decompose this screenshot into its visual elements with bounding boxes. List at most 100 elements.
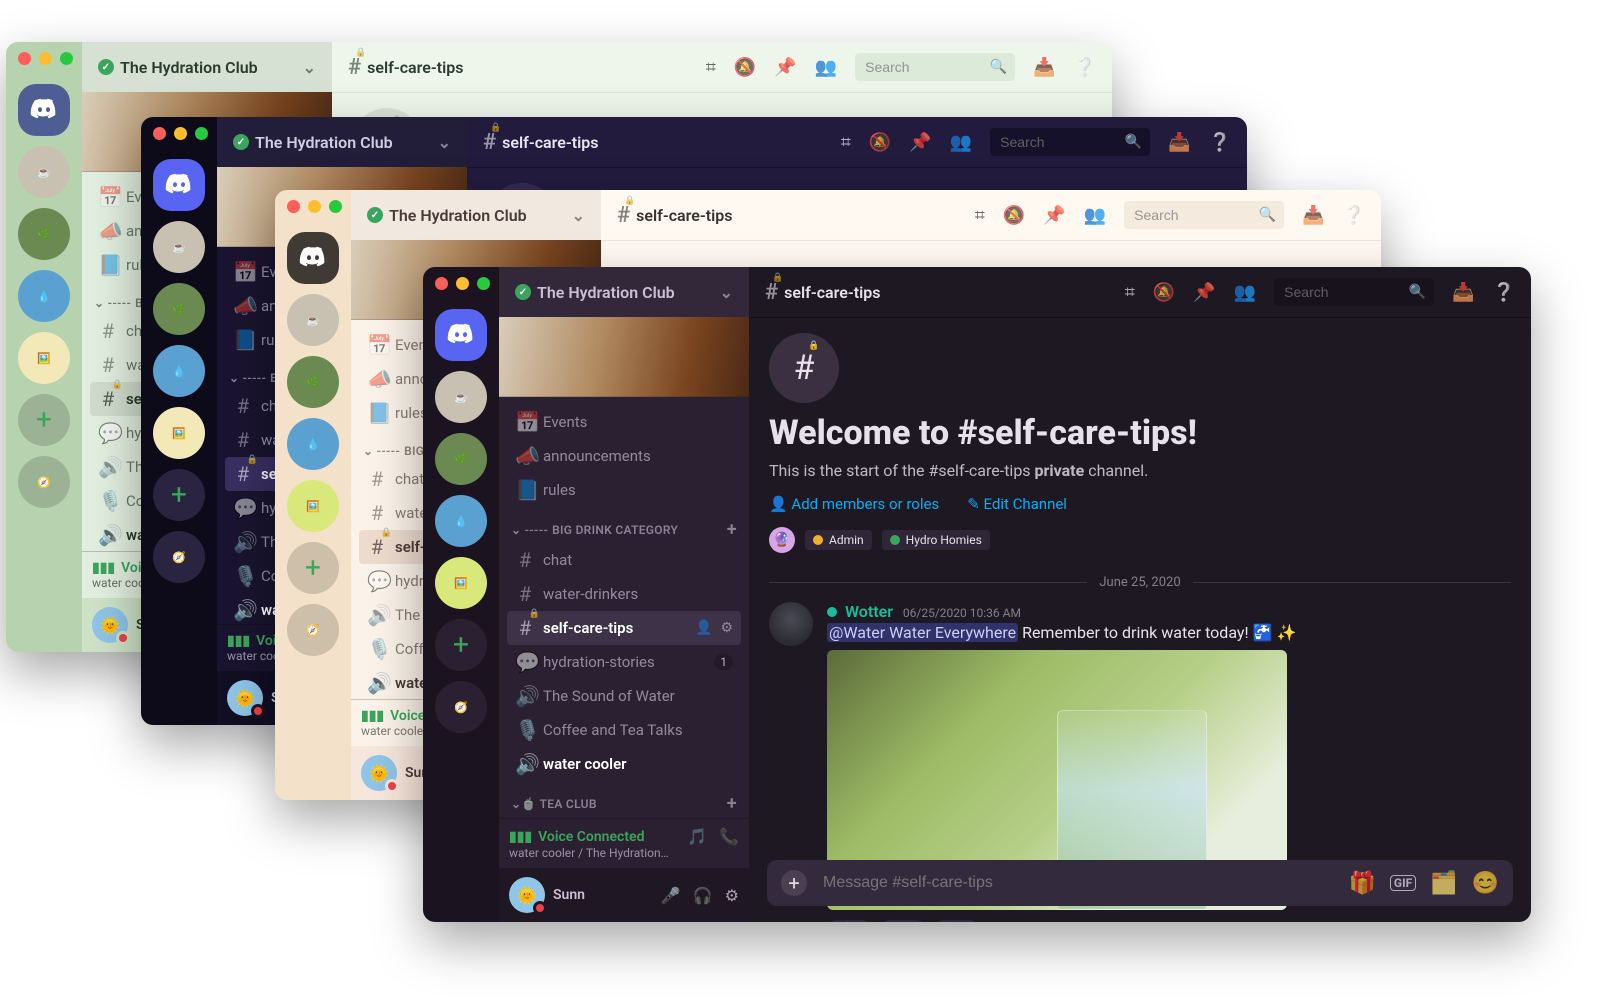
add-channel-button[interactable]: + [727,521,737,539]
gif-icon[interactable]: GIF [1390,875,1416,891]
guild-server-1[interactable]: ☕ [18,146,70,198]
pinned-icon[interactable]: 📌 [1043,205,1065,226]
reaction[interactable]: ☕1 [827,920,872,922]
role-chip-hydro[interactable]: Hydro Homies [882,530,990,550]
deafen-icon[interactable]: 🎧 [693,886,713,905]
help-icon[interactable]: ❔ [1209,132,1231,153]
search-box[interactable]: 🔍 [1274,278,1434,306]
server-header[interactable]: ✓The Hydration Club⌄ [217,117,467,167]
emoji-icon[interactable]: 😊 [1472,871,1499,896]
message-author[interactable]: Wotter [845,602,893,621]
window-traffic-lights[interactable] [435,277,490,290]
search-input[interactable] [998,133,1125,151]
members-icon[interactable]: 👥 [1234,282,1256,303]
guild-server-2[interactable]: 🌿 [153,283,205,335]
help-icon[interactable]: ❔ [1343,205,1365,226]
window-traffic-lights[interactable] [18,52,73,65]
mute-icon[interactable]: 🎤 [661,886,681,905]
inbox-icon[interactable]: 📥 [1033,57,1055,78]
invite-icon[interactable]: 👤 [695,620,712,636]
composer-input[interactable] [821,873,1335,893]
search-box[interactable]: 🔍 [990,128,1150,156]
avatar[interactable]: 🌞 [92,607,128,643]
server-header[interactable]: ✓The Hydration Club⌄ [499,267,749,317]
channel-water-cooler[interactable]: 🔊water cooler [507,747,741,781]
avatar[interactable]: 🌞 [227,680,263,716]
inbox-icon[interactable]: 📥 [1302,205,1324,226]
explore-button[interactable]: 🧭 [435,681,487,733]
user-settings-icon[interactable]: ⚙ [725,886,739,905]
guild-server-3[interactable]: 💧 [153,345,205,397]
message-avatar[interactable] [769,602,813,646]
window-traffic-lights[interactable] [153,127,208,140]
inbox-icon[interactable]: 📥 [1452,282,1474,303]
add-server-button[interactable]: + [18,394,70,446]
server-header[interactable]: ✓ The Hydration Club ⌄ [82,42,332,92]
nav-events[interactable]: 📅Events [507,405,741,439]
threads-icon[interactable]: ⌗ [975,205,985,226]
channel-tea-general[interactable]: #tea-club-general [507,817,741,818]
disconnect-icon[interactable]: 📞 [719,827,739,846]
channel-coffee-tea-talks[interactable]: 🎙️Coffee and Tea Talks [507,713,741,747]
channel-self-care-tips[interactable]: #self-care-tips👤⚙ [507,611,741,645]
add-channel-button[interactable]: + [727,795,737,813]
channel-announcements[interactable]: 📣announcements [507,439,741,473]
guild-home[interactable] [287,232,339,284]
guild-home[interactable] [435,309,487,361]
category-tea-club[interactable]: ⌄ 🍵 TEA CLUB+ [507,781,741,817]
edit-channel-link[interactable]: ✎ Edit Channel [967,495,1067,513]
search-input[interactable] [1132,206,1259,224]
role-chip-admin[interactable]: Admin [805,530,872,550]
members-icon[interactable]: 👥 [950,132,972,153]
window-traffic-lights[interactable] [287,200,342,213]
explore-button[interactable]: 🧭 [18,456,70,508]
avatar[interactable]: 🌞 [361,755,397,791]
notifications-icon[interactable]: 🔕 [734,57,756,78]
guild-server-1[interactable]: ☕ [287,294,339,346]
channel-rules[interactable]: 📘rules [507,473,741,507]
add-server-button[interactable]: + [435,619,487,671]
add-members-link[interactable]: 👤 Add members or roles [769,495,939,513]
help-icon[interactable]: ❔ [1074,57,1096,78]
category-big-drink[interactable]: ⌄ ----- BIG DRINK CATEGORY+ [507,507,741,543]
pinned-icon[interactable]: 📌 [1193,282,1215,303]
noise-suppression-icon[interactable]: 🎵 [687,827,707,846]
explore-button[interactable]: 🧭 [287,604,339,656]
guild-server-2[interactable]: 🌿 [287,356,339,408]
members-icon[interactable]: 👥 [815,57,837,78]
channel-hydration-stories[interactable]: 💬hydration-stories1 [507,645,741,679]
message-composer[interactable]: + 🎁 GIF 🗂️ 😊 [767,860,1513,906]
guild-server-4[interactable]: 🖼️ [153,407,205,459]
guild-server-4[interactable]: 🖼️ [18,332,70,384]
sticker-icon[interactable]: 🗂️ [1430,871,1457,896]
attach-button[interactable]: + [781,870,807,896]
guild-server-4[interactable]: 🖼️ [435,557,487,609]
members-icon[interactable]: 👥 [1084,205,1106,226]
channel-sound-of-water[interactable]: 🔊The Sound of Water [507,679,741,713]
mention[interactable]: @Water Water Everywhere [827,623,1018,642]
guild-server-3[interactable]: 💧 [287,418,339,470]
search-input[interactable] [1282,283,1409,301]
add-server-button[interactable]: + [153,469,205,521]
guild-server-1[interactable]: ☕ [435,371,487,423]
threads-icon[interactable]: ⌗ [1125,282,1135,303]
threads-icon[interactable]: ⌗ [841,132,851,153]
search-box[interactable]: 🔍 [855,53,1015,81]
guild-home[interactable] [18,84,70,136]
guild-server-4[interactable]: 🖼️ [287,480,339,532]
help-icon[interactable]: ❔ [1493,282,1515,303]
notifications-icon[interactable]: 🔕 [1003,205,1025,226]
inbox-icon[interactable]: 📥 [1168,132,1190,153]
guild-server-1[interactable]: ☕ [153,221,205,273]
search-box[interactable]: 🔍 [1124,201,1284,229]
notifications-icon[interactable]: 🔕 [1153,282,1175,303]
channel-chat[interactable]: #chat [507,543,741,577]
explore-button[interactable]: 🧭 [153,531,205,583]
pinned-icon[interactable]: 📌 [909,132,931,153]
guild-server-3[interactable]: 💧 [18,270,70,322]
add-server-button[interactable]: + [287,542,339,594]
channel-water-drinkers[interactable]: #water-drinkers [507,577,741,611]
avatar[interactable]: 🌞 [509,877,545,913]
gift-icon[interactable]: 🎁 [1349,871,1376,896]
threads-icon[interactable]: ⌗ [706,57,716,78]
